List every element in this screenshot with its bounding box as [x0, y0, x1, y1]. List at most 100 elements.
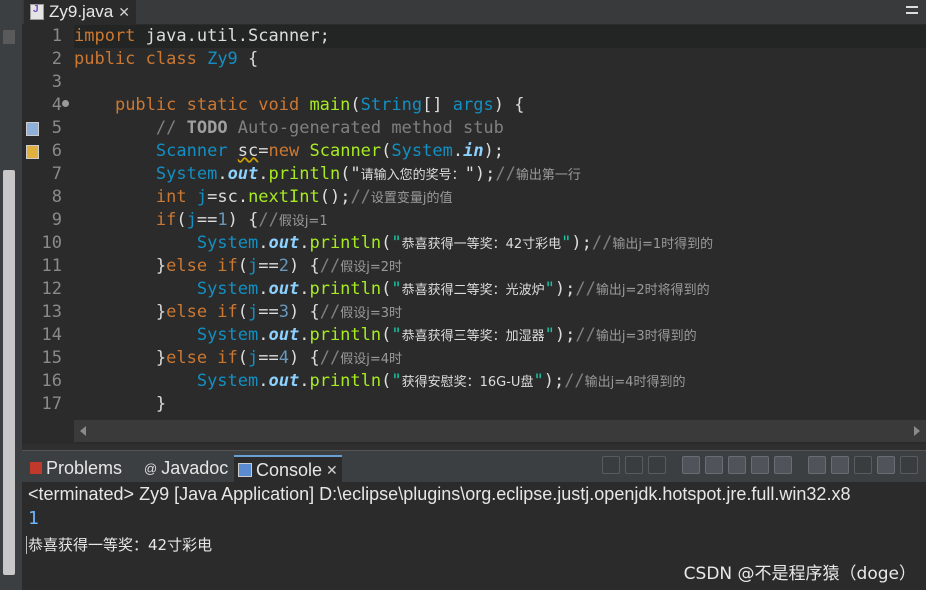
- code-token: out: [227, 164, 259, 184]
- code-token: println: [309, 233, 382, 253]
- terminate-icon[interactable]: [602, 456, 620, 474]
- code-token: TODO: [186, 118, 228, 138]
- code-token: 输出j=4时得到的: [584, 375, 686, 390]
- line-number: 9: [51, 210, 62, 230]
- problems-icon: [30, 462, 42, 474]
- code-token: }: [74, 256, 167, 276]
- code-token: String: [360, 95, 423, 115]
- code-token: );: [543, 371, 565, 391]
- word-wrap-icon[interactable]: [728, 456, 746, 474]
- show-on-output-icon[interactable]: [751, 456, 769, 474]
- code-token: ) {: [289, 256, 320, 276]
- collapse-marker[interactable]: [3, 30, 15, 44]
- tab-javadoc-label: Javadoc: [161, 457, 229, 478]
- code-token: out: [268, 279, 300, 299]
- tab-console[interactable]: Console ✕: [234, 455, 342, 483]
- code-token: public static void: [114, 95, 300, 115]
- code-line[interactable]: int j=sc.nextInt();//设置变量j的值: [74, 186, 453, 210]
- code-token: 假设j=1: [278, 214, 328, 229]
- code-token: else if: [166, 256, 238, 276]
- code-token: System: [196, 279, 259, 299]
- line-number: 13: [41, 302, 62, 322]
- code-line[interactable]: System.out.println("获得安慰奖：16G-U盘");//输出j…: [74, 370, 686, 394]
- code-line[interactable]: Scanner sc=new Scanner(System.in);: [74, 140, 504, 163]
- fold-marker-icon[interactable]: [62, 100, 69, 107]
- warning-marker-icon[interactable]: [26, 145, 39, 159]
- code-token: ) {: [289, 348, 320, 368]
- code-token: import: [74, 26, 136, 46]
- scroll-left-icon[interactable]: [80, 426, 86, 436]
- scroll-lock-icon[interactable]: [705, 456, 723, 474]
- code-line[interactable]: System.out.println("恭喜获得二等奖：光波炉");//输出j=…: [74, 278, 710, 302]
- code-token: j: [186, 210, 197, 230]
- editor-tab-bar: Zy9.java ✕: [22, 0, 926, 25]
- editor-tab-label: Zy9.java: [49, 2, 114, 21]
- text-cursor: [26, 536, 27, 554]
- task-marker-icon[interactable]: [26, 122, 39, 136]
- code-token: System: [196, 371, 259, 391]
- pin-console-icon[interactable]: [808, 456, 826, 474]
- code-token: if: [155, 210, 177, 230]
- code-token: ": [391, 371, 402, 391]
- view-menu-icon[interactable]: [902, 4, 922, 18]
- code-line[interactable]: }else if(j==4) {//假设j=4时: [74, 347, 402, 371]
- code-line[interactable]: }: [74, 393, 166, 416]
- left-scrollbar[interactable]: [3, 170, 15, 575]
- tab-javadoc[interactable]: @ Javadoc: [140, 455, 232, 481]
- code-line[interactable]: public class Zy9 {: [74, 48, 258, 71]
- javadoc-icon: @: [144, 460, 158, 476]
- scroll-right-icon[interactable]: [914, 426, 920, 436]
- code-token: 假设j=4时: [340, 352, 402, 367]
- chevron-down-icon[interactable]: [854, 456, 872, 474]
- code-line[interactable]: System.out.println("请输入您的奖号：");//输出第一行: [74, 163, 581, 187]
- code-token: ==: [258, 348, 279, 368]
- horizontal-scrollbar[interactable]: [74, 420, 926, 442]
- code-token: =: [258, 141, 269, 161]
- code-token: println: [268, 164, 341, 184]
- remove-all-terminated-icon[interactable]: [648, 456, 666, 474]
- tab-console-label: Console: [256, 459, 323, 480]
- close-icon[interactable]: ✕: [118, 4, 130, 21]
- view-menu-chevron-icon[interactable]: [900, 456, 918, 474]
- editor-tab-zy9[interactable]: Zy9.java ✕: [24, 0, 136, 24]
- tab-problems[interactable]: Problems: [26, 455, 126, 481]
- code-line[interactable]: public static void main(String[] args) {: [74, 94, 525, 117]
- line-number: 10: [41, 233, 62, 253]
- code-token: );: [571, 233, 592, 253]
- console-output[interactable]: <terminated> Zy9 [Java Application] D:\e…: [22, 482, 926, 590]
- code-line[interactable]: System.out.println("恭喜获得三等奖：加湿器");//输出j=…: [74, 324, 697, 348]
- clear-console-icon[interactable]: [682, 456, 700, 474]
- code-token: ==: [258, 302, 279, 322]
- code-token: );: [483, 141, 505, 161]
- code-token: }: [74, 394, 167, 414]
- code-token: .: [258, 371, 269, 391]
- console-icon: [238, 463, 252, 477]
- code-line[interactable]: }else if(j==3) {//假设j=3时: [74, 301, 402, 325]
- code-line[interactable]: System.out.println("恭喜获得一等奖：42寸彩电");//输出…: [74, 232, 713, 256]
- code-line[interactable]: // TODO Auto-generated method stub: [74, 117, 504, 140]
- code-token: println: [309, 371, 382, 391]
- open-console-icon[interactable]: [877, 456, 895, 474]
- code-line[interactable]: if(j==1) {//假设j=1: [74, 209, 328, 233]
- close-icon[interactable]: ✕: [326, 462, 338, 479]
- code-token: (": [340, 164, 361, 184]
- display-selected-console-icon[interactable]: [831, 456, 849, 474]
- code-editor[interactable]: 1 2 3 4 5 6 7 8 9 10 11 12 13 14 15 16 17 import java.ut…: [22, 24, 926, 444]
- code-token: ");: [464, 164, 496, 184]
- code-token: 输出j=3时得到的: [595, 329, 697, 344]
- code-line[interactable]: import java.util.Scanner;: [74, 25, 330, 48]
- code-line[interactable]: }else if(j==2) {//假设j=2时: [74, 255, 402, 279]
- code-token: .: [299, 233, 310, 253]
- code-token: System: [196, 233, 259, 253]
- code-token: ": [544, 325, 555, 345]
- code-token: .: [299, 279, 310, 299]
- line-number: 15: [41, 348, 62, 368]
- remove-launch-icon[interactable]: [625, 456, 643, 474]
- code-token: out: [268, 325, 300, 345]
- show-on-error-icon[interactable]: [774, 456, 792, 474]
